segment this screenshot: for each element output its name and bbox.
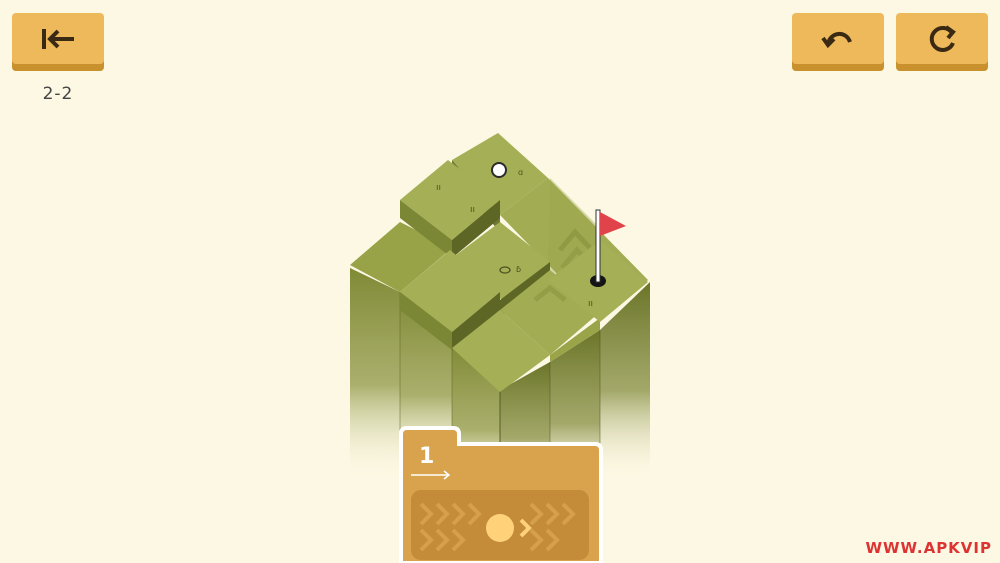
svg-text:ɓ: ɓ	[516, 265, 521, 274]
svg-text:ıı: ıı	[470, 205, 475, 215]
svg-text:ɑ: ɑ	[518, 168, 523, 177]
golf-ball[interactable]	[491, 162, 507, 178]
shot-card[interactable]: 1	[397, 424, 603, 563]
ball-icon	[486, 514, 514, 542]
watermark: WWW.APKVIP	[865, 539, 992, 557]
svg-text:ıı: ıı	[588, 299, 593, 309]
shot-count: 1	[419, 444, 435, 469]
svg-text:ıı: ıı	[436, 183, 441, 193]
